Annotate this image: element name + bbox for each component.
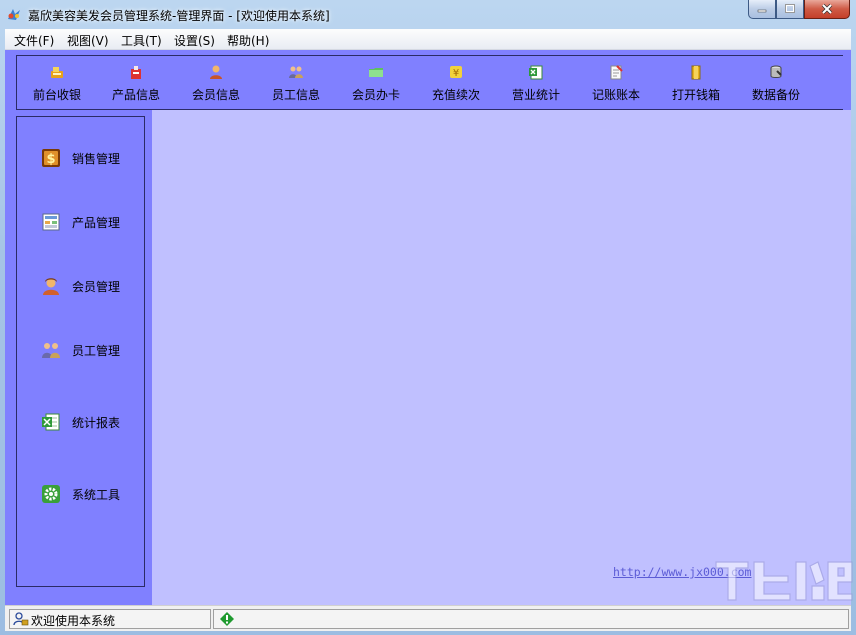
sidebar-item-products[interactable]: 产品管理 [41, 210, 141, 234]
toolbar-ledger-label: 记账账本 [591, 88, 640, 102]
sidebar-item-staff-label: 员工管理 [72, 344, 121, 358]
main-area: $ 销售管理 产品管理 会员管理 员工管理 统计报表 系统工具 http://w… [5, 110, 853, 605]
status-message: 欢迎使用本系统 [31, 614, 116, 628]
toolbar-area: 前台收银 产品信息 会员信息 员工信息 会员办卡 ¥ 充值续次 营业统计 记账账… [5, 50, 851, 110]
app-logo-icon [8, 9, 20, 20]
cashier-icon [51, 67, 63, 78]
member-card-icon [369, 68, 383, 77]
toolbar-member-info-label: 会员信息 [191, 88, 240, 102]
minimize-icon [757, 9, 767, 13]
main-toolbar: 前台收银 产品信息 会员信息 员工信息 会员办卡 ¥ 充值续次 营业统计 记账账… [16, 55, 843, 110]
staff-info-icon [289, 66, 303, 78]
toolbar-statistics-label: 营业统计 [511, 88, 560, 102]
title-bar[interactable]: 嘉欣美容美发会员管理系统-管理界面 - [欢迎使用本系统] [0, 0, 856, 29]
sidebar-item-reports-label: 统计报表 [72, 416, 121, 430]
menu-help[interactable]: 帮助(H) [227, 32, 269, 49]
close-icon [821, 4, 833, 14]
menu-tools[interactable]: 工具(T) [121, 32, 162, 49]
toolbar-product-info-label: 产品信息 [111, 88, 160, 102]
sidebar-item-sales[interactable]: $ 销售管理 [41, 146, 141, 170]
toolbar-backup-button[interactable]: 数据备份 [736, 56, 816, 109]
toolbar-statistics-button[interactable]: 营业统计 [496, 56, 576, 109]
status-panel-info [213, 609, 849, 629]
ledger-icon [610, 65, 623, 80]
toolbar-shift-button[interactable]: 交班 [816, 56, 843, 109]
recharge-icon: ¥ [450, 66, 462, 79]
sidebar-item-members-label: 会员管理 [72, 280, 121, 294]
staff-icon [42, 343, 60, 358]
status-bar: 欢迎使用本系统 [5, 605, 851, 631]
toolbar-staff-info-label: 员工信息 [271, 88, 320, 102]
toolbar-member-info-button[interactable]: 会员信息 [176, 56, 256, 109]
maximize-button[interactable] [776, 0, 804, 19]
toolbar-cash-drawer-button[interactable]: 打开钱箱 [656, 56, 736, 109]
toolbar-staff-info-button[interactable]: 员工信息 [256, 56, 336, 109]
toolbar-ledger-button[interactable]: 记账账本 [576, 56, 656, 109]
menu-view[interactable]: 视图(V) [67, 32, 109, 49]
sidebar-item-staff[interactable]: 员工管理 [41, 338, 141, 362]
member-icon [43, 278, 59, 295]
toolbar-cash-drawer-label: 打开钱箱 [671, 88, 720, 102]
content-panel: http://www.jx000.com [152, 110, 853, 605]
sidebar-item-sales-label: 销售管理 [72, 152, 121, 166]
toolbar-shift-label: 交班 [816, 86, 843, 103]
backup-icon [770, 65, 782, 78]
sidebar-item-products-label: 产品管理 [72, 216, 121, 230]
sidebar-item-reports[interactable]: 统计报表 [41, 410, 141, 434]
product-info-icon [131, 66, 141, 79]
tools-icon [42, 485, 60, 503]
close-button[interactable] [804, 0, 850, 19]
app-window: 嘉欣美容美发会员管理系统-管理界面 - [欢迎使用本系统] 文件(F) 视图(V… [0, 0, 856, 635]
report-icon [42, 413, 60, 431]
svg-text:$: $ [46, 152, 55, 167]
window-controls [748, 0, 850, 20]
sidebar-item-members[interactable]: 会员管理 [41, 274, 141, 298]
minimize-button[interactable] [748, 0, 776, 19]
toolbar-product-info-button[interactable]: 产品信息 [96, 56, 176, 109]
member-info-icon [210, 65, 222, 79]
toolbar-member-card-label: 会员办卡 [351, 88, 400, 102]
info-icon [220, 612, 234, 626]
statistics-icon [529, 65, 543, 80]
client-area: 文件(F) 视图(V) 工具(T) 设置(S) 帮助(H) 前台收银 产品信息 [5, 29, 853, 631]
sidebar: $ 销售管理 产品管理 会员管理 员工管理 统计报表 系统工具 [16, 116, 145, 587]
cash-drawer-icon [691, 65, 701, 80]
menu-file[interactable]: 文件(F) [14, 32, 54, 49]
sales-icon: $ [42, 149, 60, 167]
product-icon [42, 213, 60, 231]
toolbar-member-card-button[interactable]: 会员办卡 [336, 56, 416, 109]
toolbar-cashier-label: 前台收银 [32, 88, 81, 102]
maximize-icon [785, 4, 795, 13]
sidebar-item-tools[interactable]: 系统工具 [41, 482, 141, 506]
status-panel-message: 欢迎使用本系统 [9, 609, 211, 629]
toolbar-backup-label: 数据备份 [751, 88, 800, 102]
menu-bar: 文件(F) 视图(V) 工具(T) 设置(S) 帮助(H) [5, 29, 851, 50]
toolbar-recharge-label: 充值续次 [431, 88, 480, 102]
toolbar-recharge-button[interactable]: ¥ 充值续次 [416, 56, 496, 109]
user-lock-icon [13, 612, 29, 626]
watermark-logo [715, 561, 853, 601]
sidebar-item-tools-label: 系统工具 [72, 488, 121, 502]
toolbar-cashier-button[interactable]: 前台收银 [17, 56, 97, 109]
svg-text:¥: ¥ [453, 68, 459, 79]
menu-settings[interactable]: 设置(S) [174, 32, 215, 49]
window-title: 嘉欣美容美发会员管理系统-管理界面 - [欢迎使用本系统] [28, 9, 330, 23]
